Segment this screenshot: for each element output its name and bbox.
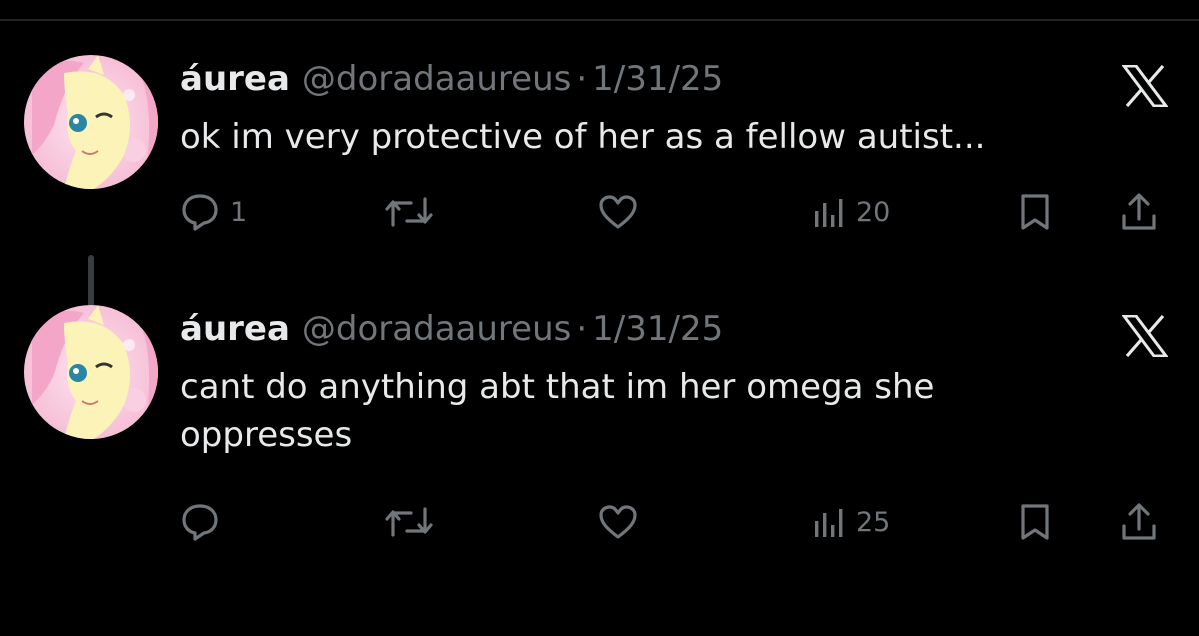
- reply-icon: [180, 503, 220, 541]
- avatar[interactable]: [24, 55, 158, 189]
- tweet-actions: 1 20: [180, 190, 1170, 234]
- tweet-text: cant do anything abt that im her omega s…: [180, 367, 935, 455]
- x-logo-icon: [1121, 64, 1169, 108]
- reply-count: 1: [230, 196, 248, 228]
- tweet-text: ok im very protective of her as a fellow…: [180, 117, 986, 157]
- reply-icon: [180, 193, 220, 231]
- bookmark-button[interactable]: [1018, 190, 1052, 234]
- top-divider: [0, 19, 1199, 21]
- retweet-icon: [385, 505, 433, 539]
- reply-button[interactable]: 1: [180, 190, 247, 234]
- views-button[interactable]: 25: [812, 500, 890, 544]
- tweet-header: áurea @doradaaureus · 1/31/25: [180, 305, 723, 353]
- author-handle[interactable]: @doradaaureus: [302, 55, 571, 103]
- author-name[interactable]: áurea: [180, 305, 290, 353]
- retweet-icon: [385, 195, 433, 229]
- like-button[interactable]: [598, 190, 648, 234]
- author-name[interactable]: áurea: [180, 55, 290, 103]
- bookmark-icon: [1018, 503, 1052, 541]
- view-count: 20: [856, 196, 891, 228]
- retweet-button[interactable]: [385, 500, 443, 544]
- tweet-date[interactable]: 1/31/25: [592, 55, 723, 103]
- share-button[interactable]: [1120, 500, 1158, 544]
- bookmark-icon: [1018, 193, 1052, 231]
- x-logo-icon: [1121, 314, 1169, 358]
- share-icon: [1120, 192, 1158, 232]
- reply-button[interactable]: [180, 500, 230, 544]
- views-icon: [812, 505, 846, 539]
- separator: ·: [576, 59, 588, 99]
- views-icon: [812, 195, 846, 229]
- heart-icon: [598, 504, 638, 540]
- heart-icon: [598, 194, 638, 230]
- separator: ·: [576, 309, 588, 349]
- author-handle[interactable]: @doradaaureus: [302, 305, 571, 353]
- tweet-header: áurea @doradaaureus · 1/31/25: [180, 55, 723, 103]
- view-count: 25: [856, 506, 891, 538]
- share-button[interactable]: [1120, 190, 1158, 234]
- tweet-date[interactable]: 1/31/25: [592, 305, 723, 353]
- like-button[interactable]: [598, 500, 648, 544]
- views-button[interactable]: 20: [812, 190, 890, 234]
- retweet-button[interactable]: [385, 190, 443, 234]
- share-icon: [1120, 502, 1158, 542]
- bookmark-button[interactable]: [1018, 500, 1052, 544]
- tweet-actions: 25: [180, 500, 1170, 544]
- avatar[interactable]: [24, 305, 158, 439]
